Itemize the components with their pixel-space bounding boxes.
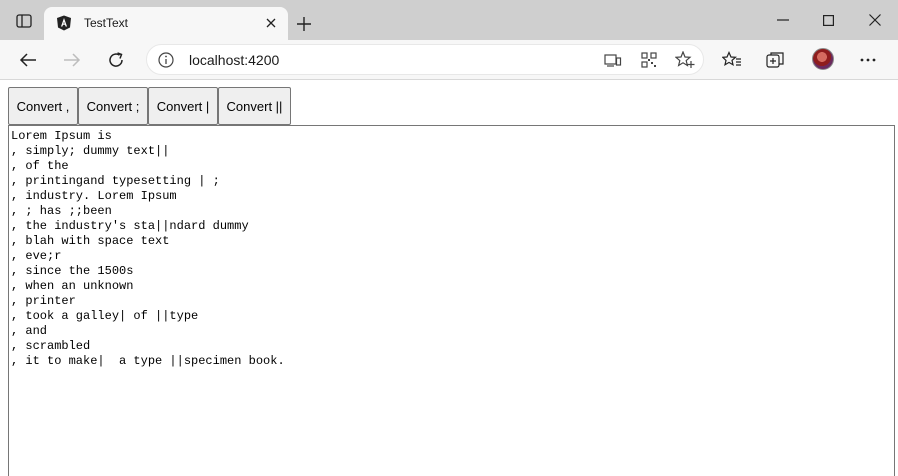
tab-actions-icon[interactable]	[8, 6, 40, 36]
tab-title: TestText	[84, 16, 129, 30]
profile-avatar[interactable]	[812, 48, 834, 70]
app-available-icon[interactable]	[601, 49, 625, 71]
add-favorite-star-icon[interactable]	[673, 49, 697, 71]
refresh-icon[interactable]	[100, 44, 132, 76]
forward-arrow-icon[interactable]	[56, 44, 88, 76]
info-icon[interactable]	[157, 51, 175, 69]
minimize-icon[interactable]	[760, 0, 806, 40]
convert-semicolon-button[interactable]: Convert ;	[78, 87, 148, 125]
convert-pipe-button[interactable]: Convert |	[148, 87, 218, 125]
maximize-icon[interactable]	[805, 0, 851, 40]
title-bar: TestText	[0, 0, 898, 40]
angular-icon	[56, 15, 72, 31]
new-tab-plus-icon[interactable]	[290, 10, 318, 38]
collections-icon[interactable]	[760, 44, 792, 76]
qr-code-icon[interactable]	[637, 49, 661, 71]
text-input-area[interactable]: Lorem Ipsum is , simply; dummy text|| , …	[8, 125, 895, 476]
window-close-icon[interactable]	[852, 0, 898, 40]
page-content: Convert , Convert ; Convert | Convert ||…	[0, 81, 898, 476]
browser-toolbar: localhost:4200	[0, 40, 898, 80]
convert-double-pipe-button[interactable]: Convert ||	[218, 87, 291, 125]
favorites-icon[interactable]	[716, 44, 748, 76]
back-arrow-icon[interactable]	[12, 44, 44, 76]
close-icon[interactable]	[262, 14, 280, 32]
address-url[interactable]: localhost:4200	[189, 52, 279, 68]
convert-comma-button[interactable]: Convert ,	[8, 87, 78, 125]
more-menu-icon[interactable]	[852, 44, 884, 76]
address-bar[interactable]: localhost:4200	[146, 44, 704, 75]
browser-tab[interactable]: TestText	[44, 7, 288, 40]
